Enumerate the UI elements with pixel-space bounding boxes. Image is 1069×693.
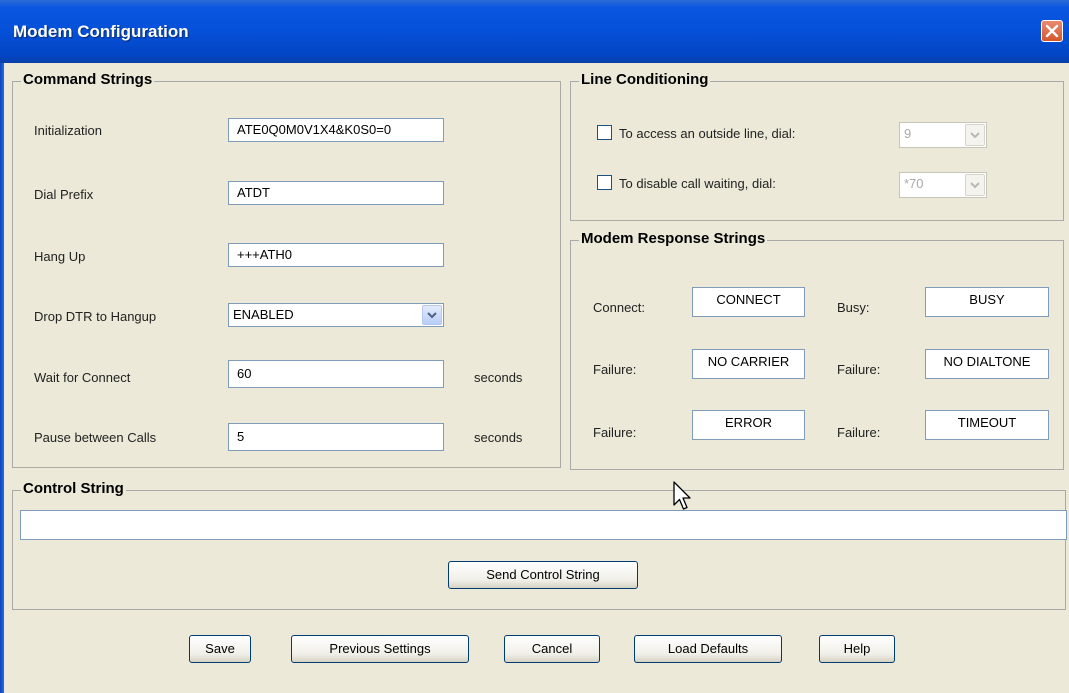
modem-configuration-window: Modem Configuration Command Strings Init… — [0, 0, 1069, 693]
dial-prefix-label: Dial Prefix — [34, 187, 94, 202]
mouse-cursor-icon — [673, 481, 691, 510]
initialization-field[interactable]: ATE0Q0M0V1X4&K0S0=0 — [228, 118, 444, 142]
control-string-title: Control String — [21, 480, 126, 497]
modem-response-title: Modem Response Strings — [579, 230, 768, 247]
save-button[interactable]: Save — [189, 635, 251, 663]
pause-calls-unit: seconds — [474, 430, 523, 445]
line-conditioning-group: Line Conditioning — [570, 71, 1064, 221]
control-string-input[interactable] — [20, 510, 1067, 540]
help-button[interactable]: Help — [819, 635, 895, 663]
pause-calls-field[interactable]: 5 — [228, 423, 444, 451]
wait-connect-unit: seconds — [474, 370, 523, 385]
call-waiting-select[interactable]: *70 — [899, 172, 987, 198]
call-waiting-value: *70 — [904, 176, 924, 191]
initialization-label: Initialization — [34, 123, 102, 138]
previous-settings-button[interactable]: Previous Settings — [291, 635, 469, 663]
response-label: Busy: — [837, 300, 870, 315]
response-label: Failure: — [593, 362, 637, 377]
outside-line-select[interactable]: 9 — [899, 122, 987, 148]
cancel-button[interactable]: Cancel — [504, 635, 600, 663]
control-string-group: Control String — [12, 480, 1066, 610]
title-bar[interactable]: Modem Configuration — [0, 0, 1069, 63]
chevron-down-icon[interactable] — [965, 174, 985, 196]
busy-response-field[interactable]: BUSY — [925, 287, 1049, 317]
outside-line-value: 9 — [904, 126, 912, 141]
drop-dtr-select[interactable]: ENABLED — [228, 303, 444, 327]
drop-dtr-label: Drop DTR to Hangup — [34, 309, 157, 324]
dial-prefix-field[interactable]: ATDT — [228, 181, 444, 205]
failure-response-field[interactable]: NO DIALTONE — [925, 349, 1049, 379]
window-title: Modem Configuration — [13, 22, 189, 41]
wait-connect-label: Wait for Connect — [34, 370, 131, 385]
response-label: Failure: — [837, 425, 881, 440]
drop-dtr-value: ENABLED — [233, 307, 294, 322]
response-label: Failure: — [837, 362, 881, 377]
call-waiting-checkbox[interactable] — [597, 175, 612, 190]
call-waiting-label: To disable call waiting, dial: — [619, 176, 776, 191]
line-conditioning-title: Line Conditioning — [579, 71, 711, 88]
hang-up-field[interactable]: +++ATH0 — [228, 243, 444, 267]
load-defaults-button[interactable]: Load Defaults — [634, 635, 782, 663]
command-strings-title: Command Strings — [21, 71, 155, 88]
outside-line-label: To access an outside line, dial: — [619, 126, 796, 141]
failure-response-field[interactable]: TIMEOUT — [925, 410, 1049, 440]
chevron-down-icon[interactable] — [422, 305, 442, 325]
close-icon[interactable] — [1041, 20, 1063, 42]
failure-response-field[interactable]: NO CARRIER — [692, 349, 805, 379]
dialog-content: Command Strings Initialization ATE0Q0M0V… — [4, 63, 1069, 693]
send-control-string-button[interactable]: Send Control String — [448, 561, 638, 589]
wait-connect-field[interactable]: 60 — [228, 360, 444, 388]
pause-calls-label: Pause between Calls — [34, 430, 157, 445]
connect-response-field[interactable]: CONNECT — [692, 287, 805, 317]
failure-response-field[interactable]: ERROR — [692, 410, 805, 440]
outside-line-checkbox[interactable] — [597, 125, 612, 140]
chevron-down-icon[interactable] — [965, 124, 985, 146]
hang-up-label: Hang Up — [34, 249, 86, 264]
response-label: Connect: — [593, 300, 646, 315]
response-label: Failure: — [593, 425, 637, 440]
